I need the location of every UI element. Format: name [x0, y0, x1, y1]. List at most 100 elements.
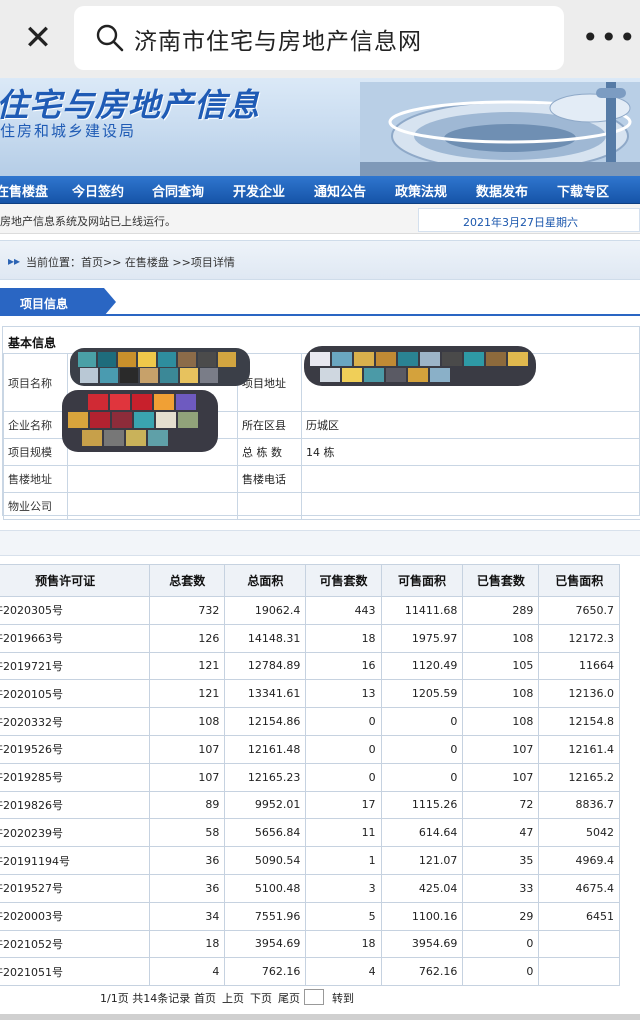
nav-item-developers[interactable]: 开发企业: [233, 181, 285, 200]
permit-number-cell[interactable]: 预许2019527号: [0, 873, 151, 903]
table-cell: 7650.7: [538, 596, 620, 625]
col-header-available-units: 可售套数: [305, 564, 382, 597]
table-cell: 121: [149, 651, 226, 681]
table-cell: 0: [305, 707, 382, 736]
table-row: 预许2021052号183954.69183954.690: [0, 929, 620, 959]
nav-item-contract-query[interactable]: 合同查询: [152, 181, 204, 200]
table-cell: 108: [149, 707, 226, 736]
more-menu-button[interactable]: •••: [582, 20, 636, 56]
table-cell: 12136.0: [538, 679, 620, 709]
breadcrumb: ▸▸ 当前位置：首页>> 在售楼盘 >>项目详情: [0, 240, 640, 280]
current-date: 2021年3月27日星期六: [463, 216, 578, 229]
table-cell: 36: [149, 846, 226, 875]
table-cell: 4675.4: [538, 873, 620, 903]
bottom-edge: [0, 1014, 640, 1020]
permit-number-cell[interactable]: 预许2020003号: [0, 901, 151, 931]
permit-number-cell[interactable]: 预许2019526号: [0, 734, 151, 764]
table-row: 预许2019721号12112784.89161120.4910511664: [0, 651, 620, 681]
pager-summary: 1/1页 共14条记录: [100, 992, 191, 1005]
permit-number-cell[interactable]: 预许2021052号: [0, 929, 151, 959]
redaction-mosaic-company: [62, 390, 218, 452]
nav-item-on-sale[interactable]: 在售楼盘: [0, 181, 48, 200]
table-cell: 5: [305, 901, 382, 931]
table-cell: 121.07: [380, 846, 464, 875]
notice-bar: 房地产信息系统及网站已上线运行。 2021年3月27日星期六: [0, 204, 640, 234]
table-cell: 12161.4: [538, 734, 620, 764]
table-cell: 5090.54: [224, 846, 307, 875]
table-cell: 18: [305, 623, 382, 653]
table-cell: 107: [149, 762, 226, 792]
table-row: 预许2019527号365100.483425.04334675.4: [0, 873, 620, 903]
nav-item-today-signed[interactable]: 今日签约: [72, 181, 124, 200]
page-number-input[interactable]: [304, 989, 324, 1005]
table-cell: 0: [380, 762, 464, 792]
table-cell: 5656.84: [224, 818, 307, 848]
table-cell: 108: [462, 623, 540, 653]
address-bar[interactable]: 济南市住宅与房地产信息网: [74, 6, 564, 70]
table-cell: [538, 957, 620, 987]
table-cell: 13341.61: [224, 679, 307, 709]
table-cell: 1120.49: [380, 651, 464, 681]
label-sales-phone: 售楼电话: [237, 465, 302, 493]
table-cell: 14148.31: [224, 623, 307, 653]
table-cell: 47: [462, 818, 540, 848]
pager-prev[interactable]: 上页: [222, 990, 244, 1006]
table-cell: 1115.26: [380, 790, 464, 820]
table-cell: 36: [149, 873, 226, 903]
section-separator: [0, 530, 640, 556]
site-banner: 住宅与房地产信息 住房和城乡建设局: [0, 78, 640, 176]
permit-number-cell[interactable]: 预许2019826号: [0, 790, 151, 820]
redaction-mosaic-project-name: [70, 348, 250, 386]
table-cell: 11664: [538, 651, 620, 681]
table-cell: 12154.86: [224, 707, 307, 736]
table-cell: [538, 929, 620, 959]
table-cell: 12161.48: [224, 734, 307, 764]
permit-number-cell[interactable]: 预许2020105号: [0, 679, 151, 709]
permit-number-cell[interactable]: 预许2020332号: [0, 707, 151, 736]
breadcrumb-text[interactable]: 当前位置：首页>> 在售楼盘 >>项目详情: [26, 254, 235, 270]
pager-next[interactable]: 下页: [250, 990, 272, 1006]
table-row: 预许2019526号10712161.480010712161.4: [0, 734, 620, 764]
table-cell: 19062.4: [224, 596, 307, 625]
permit-number-cell[interactable]: 预许2019663号: [0, 623, 151, 653]
permit-number-cell[interactable]: 预许2019285号: [0, 762, 151, 792]
value-buildings: 14 栋: [301, 438, 640, 466]
table-row: 预许2019663号12614148.31181975.9710812172.3: [0, 623, 620, 653]
table-cell: 732: [149, 596, 226, 625]
table-cell: 5100.48: [224, 873, 307, 903]
permit-number-cell[interactable]: 预许2021051号: [0, 957, 151, 987]
pager-go[interactable]: 转到: [332, 990, 354, 1006]
table-cell: 17: [305, 790, 382, 820]
table-cell: 4: [305, 957, 382, 987]
permit-number-cell[interactable]: 预许2019721号: [0, 651, 151, 681]
table-cell: 6451: [538, 901, 620, 931]
close-icon[interactable]: ✕: [18, 18, 58, 58]
tab-project-info[interactable]: 项目信息: [0, 288, 116, 316]
table-cell: 11411.68: [380, 596, 464, 625]
pager-last[interactable]: 尾页: [278, 990, 300, 1006]
value-property: [67, 492, 238, 520]
table-cell: 16: [305, 651, 382, 681]
permit-number-cell[interactable]: 预许2020239号: [0, 818, 151, 848]
page-url-title: 济南市住宅与房地产信息网: [134, 29, 422, 55]
table-cell: 105: [462, 651, 540, 681]
basic-info-title: 基本信息: [8, 336, 57, 350]
label-sales-address: 售楼地址: [3, 465, 68, 493]
pager-first[interactable]: 首页: [194, 990, 216, 1006]
table-cell: 0: [380, 734, 464, 764]
table-cell: 121: [149, 679, 226, 709]
permit-number-cell[interactable]: 预许20191194号: [0, 846, 151, 875]
label-scale: 项目规模: [3, 438, 68, 466]
table-cell: 108: [462, 679, 540, 709]
table-cell: 13: [305, 679, 382, 709]
table-cell: 0: [305, 762, 382, 792]
nav-item-policies[interactable]: 政策法规: [395, 181, 447, 200]
presale-permit-table: 预售许可证 总套数 总面积 可售套数 可售面积 已售套数 已售面积 预许2020…: [0, 564, 620, 987]
nav-item-downloads[interactable]: 下载专区: [557, 181, 609, 200]
table-cell: 1205.59: [380, 679, 464, 709]
nav-item-notices[interactable]: 通知公告: [314, 181, 366, 200]
table-cell: 126: [149, 623, 226, 653]
permit-number-cell[interactable]: 预许2020305号: [0, 596, 151, 625]
nav-item-data-release[interactable]: 数据发布: [476, 181, 528, 200]
value-district: 历城区: [301, 411, 640, 439]
